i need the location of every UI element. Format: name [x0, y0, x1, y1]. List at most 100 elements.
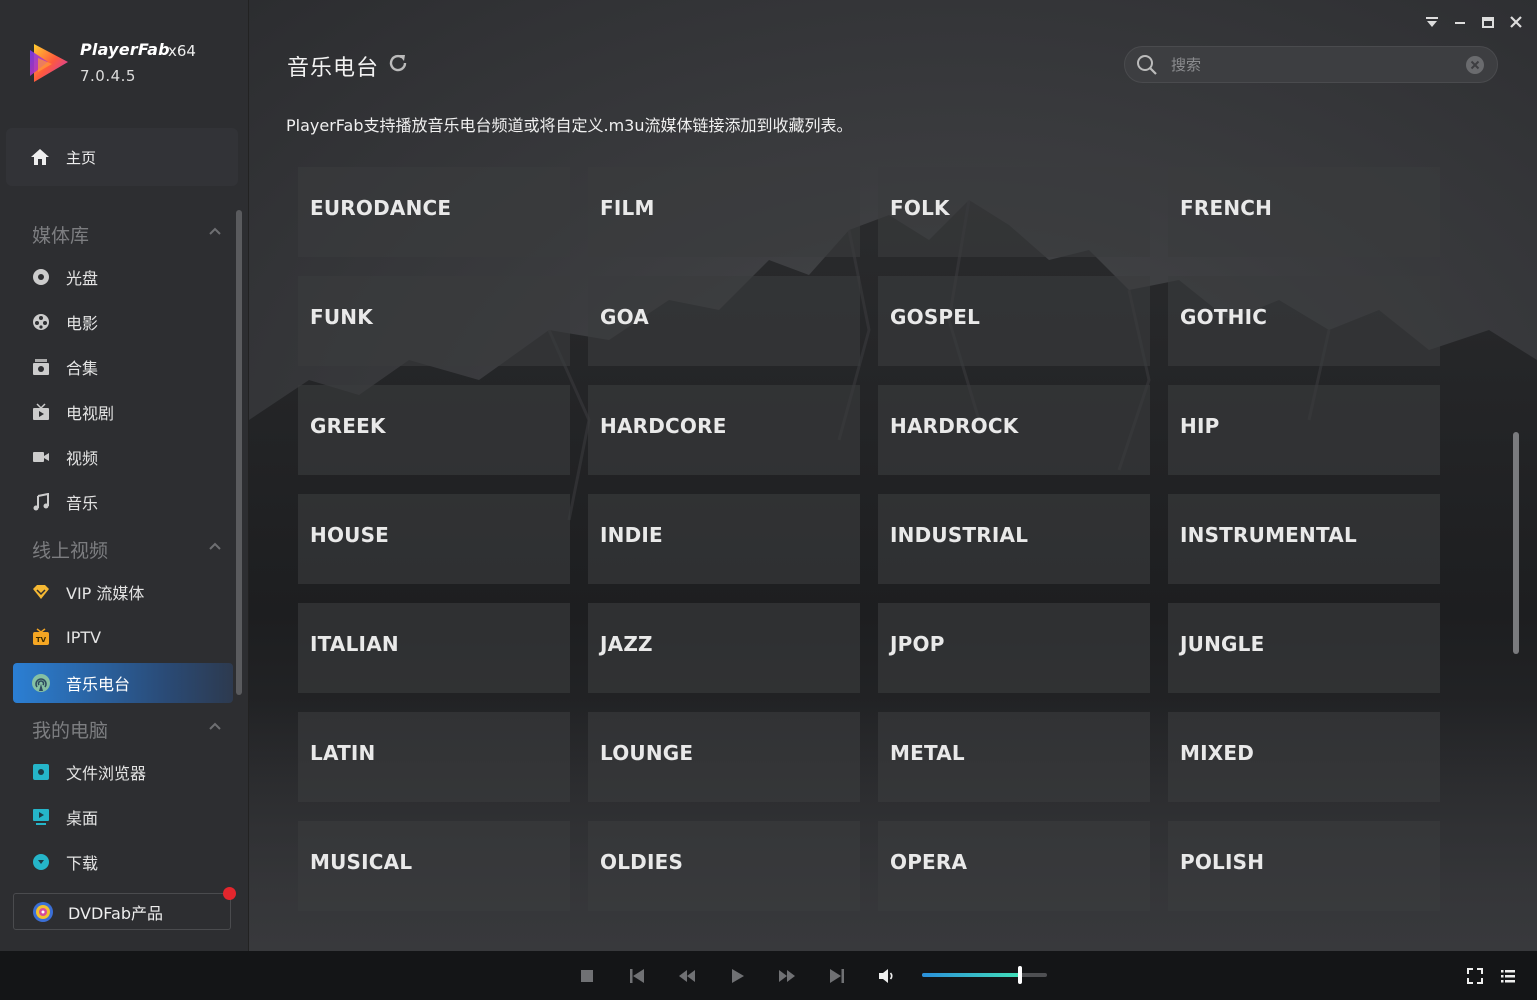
genre-tile[interactable]: FILM	[588, 167, 860, 257]
chevron-up-icon[interactable]	[208, 226, 222, 236]
sidebar-item-vip-streaming[interactable]: VIP 流媒体	[13, 572, 233, 612]
sidebar-item-label: 光盘	[66, 269, 99, 288]
genre-tile[interactable]: GOSPEL	[878, 276, 1150, 366]
dvdfab-logo-icon	[33, 901, 53, 922]
main-content: 音乐电台 PlayerFab支持播放音乐电台频道或将自定义.m3u流媒体链接添加…	[249, 0, 1537, 951]
home-icon	[31, 149, 49, 165]
sidebar-item-label: 视频	[66, 449, 99, 468]
music-note-icon	[31, 492, 51, 512]
sidebar-item-music-radio[interactable]: 音乐电台	[13, 663, 233, 703]
svg-text:TV: TV	[36, 636, 47, 644]
genre-tile[interactable]: FOLK	[878, 167, 1150, 257]
sidebar-item-desktop[interactable]: 桌面	[13, 797, 233, 837]
iptv-icon: TV	[31, 627, 51, 647]
sidebar-item-label: IPTV	[66, 627, 102, 647]
playlist-icon[interactable]	[1498, 966, 1518, 986]
sidebar-item-label: 音乐	[66, 494, 99, 513]
genre-tile[interactable]: INDUSTRIAL	[878, 494, 1150, 584]
sidebar-item-disc[interactable]: 光盘	[13, 257, 233, 297]
sidebar-item-label: 下载	[66, 854, 99, 873]
page-title: 音乐电台	[287, 56, 380, 81]
play-icon[interactable]	[727, 966, 747, 986]
genre-tile[interactable]: GOA	[588, 276, 860, 366]
sidebar-item-label: 文件浏览器	[66, 764, 147, 783]
sidebar-item-music[interactable]: 音乐	[13, 482, 233, 522]
sidebar: PlayerFab x64 7.0.4.5 主页 媒体库 光盘 电影 合集 电视…	[0, 0, 249, 951]
app-version: 7.0.4.5	[80, 67, 136, 85]
sidebar-item-tv-shows[interactable]: 电视剧	[13, 392, 233, 432]
section-my-computer: 我的电脑	[32, 720, 109, 742]
sidebar-item-collections[interactable]: 合集	[13, 347, 233, 387]
sidebar-item-file-browser[interactable]: 文件浏览器	[13, 752, 233, 792]
genre-tile[interactable]: JUNGLE	[1168, 603, 1440, 693]
playerfab-window: PlayerFab x64 7.0.4.5 主页 媒体库 光盘 电影 合集 电视…	[0, 0, 1537, 1000]
app-name: PlayerFab	[80, 40, 170, 59]
dvdfab-products-button[interactable]: DVDFab产品	[13, 887, 236, 930]
genre-tile[interactable]: JAZZ	[588, 603, 860, 693]
sidebar-item-label: 电影	[66, 314, 99, 333]
sidebar-scrollbar[interactable]	[236, 210, 242, 695]
skip-next-icon[interactable]	[827, 966, 847, 986]
section-online-video: 线上视频	[32, 540, 109, 562]
stop-icon[interactable]	[577, 966, 597, 986]
genre-tile[interactable]: HARDCORE	[588, 385, 860, 475]
genre-tile[interactable]: HOUSE	[298, 494, 570, 584]
minimize-icon[interactable]	[1452, 14, 1468, 30]
genre-tile[interactable]: LATIN	[298, 712, 570, 802]
genre-tile[interactable]: ITALIAN	[298, 603, 570, 693]
section-media-library: 媒体库	[32, 225, 90, 247]
volume-icon[interactable]	[877, 966, 897, 986]
fast-forward-icon[interactable]	[777, 966, 797, 986]
tv-icon	[31, 402, 51, 422]
genre-tile[interactable]: INDIE	[588, 494, 860, 584]
sidebar-item-iptv[interactable]: TV IPTV	[13, 617, 233, 657]
genre-tile[interactable]: OLDIES	[588, 821, 860, 911]
genre-tile[interactable]: GOTHIC	[1168, 276, 1440, 366]
vip-diamond-icon	[31, 582, 51, 602]
genre-tile[interactable]: MIXED	[1168, 712, 1440, 802]
genre-tile[interactable]: MUSICAL	[298, 821, 570, 911]
collection-icon	[31, 357, 51, 377]
sidebar-item-label: 合集	[66, 359, 99, 378]
refresh-icon[interactable]	[387, 52, 409, 74]
sidebar-item-videos[interactable]: 视频	[13, 437, 233, 477]
sidebar-item-label: 主页	[66, 148, 97, 167]
genre-tile[interactable]: GREEK	[298, 385, 570, 475]
sidebar-item-label: 音乐电台	[66, 675, 131, 694]
disc-icon	[31, 267, 51, 287]
genre-tile[interactable]: JPOP	[878, 603, 1150, 693]
genre-tile[interactable]: FUNK	[298, 276, 570, 366]
sidebar-item-downloads[interactable]: 下载	[13, 842, 233, 882]
playerfab-logo	[30, 44, 68, 82]
genre-tile[interactable]: HARDROCK	[878, 385, 1150, 475]
clear-search-icon[interactable]	[1465, 55, 1485, 75]
genre-tile[interactable]: HIP	[1168, 385, 1440, 475]
download-icon	[31, 852, 51, 872]
fullscreen-icon[interactable]	[1465, 966, 1485, 986]
file-browser-icon	[31, 762, 51, 782]
genre-tile[interactable]: POLISH	[1168, 821, 1440, 911]
volume-slider[interactable]	[922, 966, 1047, 984]
rewind-icon[interactable]	[677, 966, 697, 986]
chevron-up-icon[interactable]	[208, 541, 222, 551]
maximize-icon[interactable]	[1480, 14, 1496, 30]
genre-tile[interactable]: LOUNGE	[588, 712, 860, 802]
genre-tile[interactable]: INSTRUMENTAL	[1168, 494, 1440, 584]
sidebar-item-movies[interactable]: 电影	[13, 302, 233, 342]
app-arch: x64	[168, 42, 196, 60]
genre-tile[interactable]: OPERA	[878, 821, 1150, 911]
skip-previous-icon[interactable]	[627, 966, 647, 986]
volume-handle[interactable]	[1017, 966, 1022, 984]
close-icon[interactable]	[1508, 14, 1524, 30]
chevron-up-icon[interactable]	[208, 721, 222, 731]
dropdown-menu-icon[interactable]	[1424, 14, 1440, 30]
content-scrollbar[interactable]	[1513, 432, 1519, 654]
mountain-background-image	[249, 199, 1537, 951]
sidebar-item-home[interactable]: 主页	[6, 128, 238, 186]
genre-tile[interactable]: EURODANCE	[298, 167, 570, 257]
genre-tile[interactable]: METAL	[878, 712, 1150, 802]
dvdfab-label: DVDFab产品	[68, 903, 164, 923]
search-input[interactable]	[1171, 53, 1451, 77]
sidebar-item-label: VIP 流媒体	[66, 584, 145, 603]
genre-tile[interactable]: FRENCH	[1168, 167, 1440, 257]
